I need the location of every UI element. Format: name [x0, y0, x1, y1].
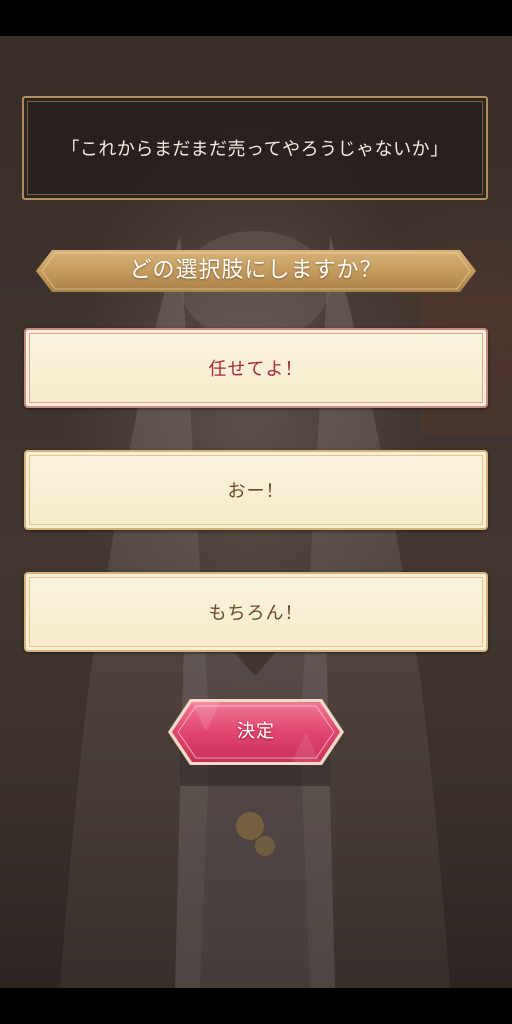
navigation-bar: [0, 988, 512, 1024]
dialogue-box: 「これからまだまだ売ってやろうじゃないか」: [22, 96, 488, 200]
choice-label: もちろん！: [208, 603, 304, 624]
decide-button[interactable]: 決定: [168, 699, 344, 765]
choice-option-3[interactable]: もちろん！: [24, 572, 488, 652]
decide-label: 決定: [237, 721, 275, 742]
dialogue-text: 「これからまだまだ売ってやろうじゃないか」: [61, 139, 449, 160]
choice-label: 任せてよ！: [208, 359, 304, 380]
question-banner: どの選択肢にしますか？: [36, 250, 476, 292]
question-text: どの選択肢にしますか？: [129, 258, 383, 283]
status-bar: [0, 0, 512, 36]
choice-option-1[interactable]: 任せてよ！: [24, 328, 488, 408]
choice-option-2[interactable]: おー！: [24, 450, 488, 530]
choice-label: おー！: [227, 481, 285, 502]
